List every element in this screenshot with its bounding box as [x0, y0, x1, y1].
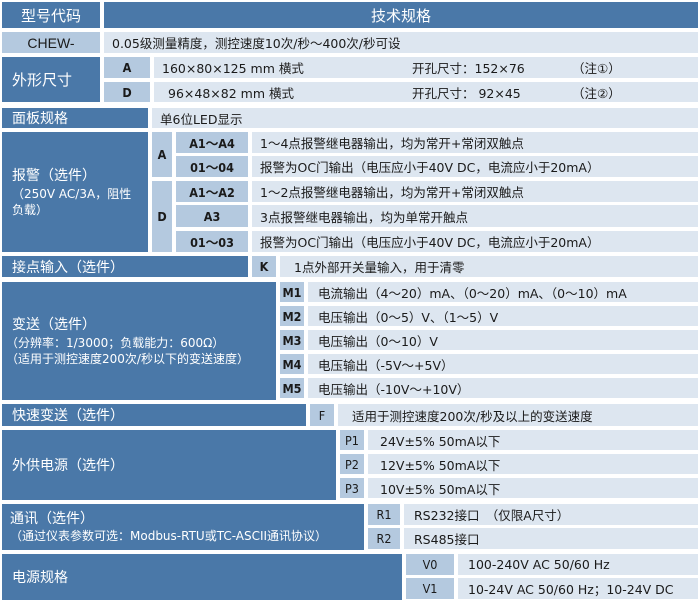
- contact-input-label: 接点输入（选件）: [2, 256, 248, 277]
- transmit-code: M1: [280, 282, 304, 302]
- dimensions-row-d: 96×48×82 mm 横式 开孔尺寸： 92×45 （注②）: [154, 82, 698, 102]
- ext-power-desc: 24V±5% 50mA以下: [368, 430, 698, 450]
- panel-label: 面板规格: [2, 108, 148, 128]
- dimensions-code-d: D: [104, 82, 150, 102]
- alarm-group-a: A: [152, 132, 172, 177]
- ext-power-code: P2: [340, 454, 364, 474]
- transmit-desc: 电压输出（0～5）V、（1～5）V: [308, 306, 698, 326]
- power-code: V1: [406, 578, 454, 599]
- alarm-code: 01～03: [176, 231, 248, 252]
- comm-desc: RS485接口: [404, 528, 698, 549]
- model-spec: 0.05级测量精度，测控速度10次/秒～400次/秒可设: [104, 32, 698, 53]
- power-desc: 100-240V AC 50/60 Hz: [458, 554, 698, 575]
- alarm-desc: 报警为OC门输出（电压应小于40V DC，电流应小于20mA）: [252, 156, 698, 177]
- header-tech-spec: 技术规格: [104, 2, 698, 28]
- alarm-label: 报警（选件） （250V AC/3A，阻性 负载）: [2, 132, 148, 252]
- alarm-code: A1～A4: [176, 132, 248, 153]
- transmit-desc: 电压输出（-10V～+10V）: [308, 378, 698, 398]
- transmit-sub2: （适用于测控速度200次/秒以下的变送速度）: [6, 352, 249, 366]
- comm-code: R2: [368, 528, 400, 549]
- alarm-title: 报警（选件）: [12, 168, 96, 184]
- model-code: CHEW-: [2, 32, 100, 53]
- transmit-code: M3: [280, 330, 304, 350]
- dimensions-note: （注②）: [572, 85, 621, 101]
- dimensions-size: 96×48×82 mm 横式: [168, 85, 294, 101]
- alarm-code: 01～04: [176, 156, 248, 177]
- contact-input-code: K: [252, 256, 276, 277]
- fast-transmit-desc: 适用于测控速度200次/秒及以上的变送速度: [338, 404, 698, 426]
- alarm-desc: 3点报警继电器输出，均为单常开触点: [252, 205, 698, 227]
- contact-input-desc: 1点外部开关量输入，用于清零: [280, 256, 698, 277]
- comm-desc: RS232接口 （仅限A尺寸）: [404, 504, 698, 525]
- alarm-desc: 1～2点报警继电器输出，均为常开+常闭双触点: [252, 181, 698, 202]
- comm-sub: （通过仪表参数可选：Modbus-RTU或TC-ASCII通讯协议）: [10, 529, 328, 543]
- power-spec-label: 电源规格: [2, 554, 402, 600]
- fast-transmit-label: 快速变送（选件）: [2, 404, 306, 426]
- fast-transmit-code: F: [310, 404, 334, 426]
- alarm-sub2: 负载）: [12, 203, 49, 217]
- dimensions-note: （注①）: [572, 61, 621, 76]
- ext-power-label: 外供电源（选件）: [2, 430, 336, 500]
- dimensions-row-a: 160×80×125 mm 横式 开孔尺寸：152×76 （注①）: [154, 57, 698, 78]
- transmit-code: M4: [280, 354, 304, 374]
- header-model-code: 型号代码: [2, 2, 100, 28]
- alarm-sub1: （250V AC/3A，阻性: [12, 187, 132, 201]
- power-code: V0: [406, 554, 454, 575]
- alarm-group-d: D: [152, 181, 172, 252]
- transmit-desc: 电压输出（-5V～+5V）: [308, 354, 698, 374]
- ext-power-desc: 12V±5% 50mA以下: [368, 454, 698, 474]
- transmit-label: 变送（选件） （分辨率：1/3000；负载能力：600Ω） （适用于测控速度20…: [2, 282, 276, 400]
- dimensions-label: 外形尺寸: [2, 57, 100, 102]
- comm-code: R1: [368, 504, 400, 525]
- transmit-desc: 电流输出（4～20）mA、（0～20）mA、（0～10）mA: [308, 282, 698, 302]
- alarm-desc: 1～4点报警继电器输出，均为常开+常闭双触点: [252, 132, 698, 153]
- dimensions-code-a: A: [104, 57, 150, 78]
- transmit-code: M2: [280, 306, 304, 326]
- alarm-code: A3: [176, 205, 248, 227]
- transmit-code: M5: [280, 378, 304, 398]
- alarm-code: A1～A2: [176, 181, 248, 202]
- transmit-sub1: （分辨率：1/3000；负载能力：600Ω）: [6, 336, 225, 350]
- alarm-desc: 报警为OC门输出（电压应小于40V DC，电流应小于20mA）: [252, 231, 698, 252]
- dimensions-cutout: 开孔尺寸：152×76: [412, 61, 525, 76]
- ext-power-code: P1: [340, 430, 364, 450]
- panel-spec: 单6位LED显示: [152, 108, 698, 128]
- dimensions-cutout: 开孔尺寸： 92×45: [412, 85, 521, 101]
- power-desc: 10-24V AC 50/60 Hz；10-24V DC: [458, 578, 698, 599]
- transmit-title: 变送（选件）: [12, 317, 96, 333]
- transmit-desc: 电压输出（0～10）V: [308, 330, 698, 350]
- ext-power-code: P3: [340, 478, 364, 498]
- comm-label: 通讯（选件） （通过仪表参数可选：Modbus-RTU或TC-ASCII通讯协议…: [2, 504, 364, 550]
- comm-title: 通讯（选件）: [10, 511, 94, 527]
- dimensions-size: 160×80×125 mm 横式: [162, 61, 304, 76]
- ext-power-desc: 10V±5% 50mA以下: [368, 478, 698, 498]
